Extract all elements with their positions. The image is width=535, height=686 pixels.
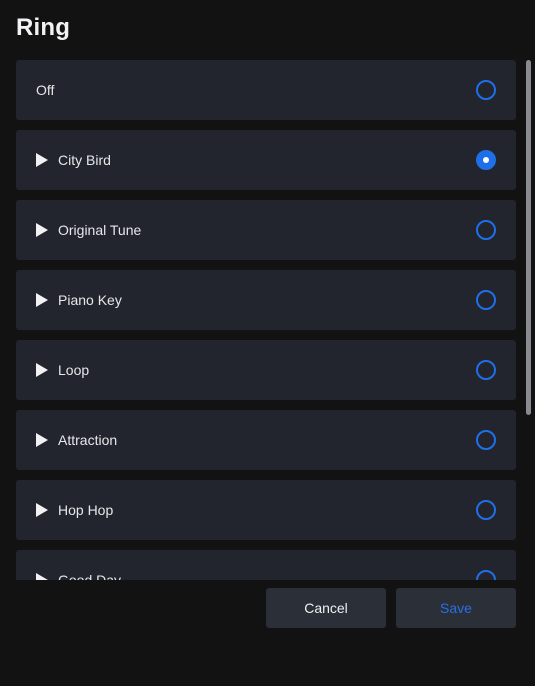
ringtone-option-label: Original Tune [58, 222, 142, 238]
scrollbar[interactable] [526, 60, 531, 580]
play-icon[interactable] [36, 153, 48, 167]
ringtone-option-label: Good Day [58, 572, 122, 580]
ringtone-option[interactable]: Good Day [16, 550, 516, 580]
dialog-title: Ring [16, 14, 71, 41]
ringtone-list[interactable]: Off City Bird Original Tune Piano Key Loop At… [16, 60, 516, 580]
radio-button[interactable] [476, 220, 496, 240]
ringtone-list-content: Off City Bird Original Tune Piano Key Loop At… [16, 60, 516, 580]
cancel-button[interactable]: Cancel [266, 588, 386, 628]
radio-button[interactable] [476, 290, 496, 310]
radio-button[interactable] [476, 80, 496, 100]
save-button[interactable]: Save [396, 588, 516, 628]
play-icon[interactable] [36, 363, 48, 377]
ringtone-option[interactable]: City Bird [16, 130, 516, 190]
ringtone-option-label: Loop [58, 362, 90, 378]
play-icon[interactable] [36, 293, 48, 307]
ringtone-option-label: Hop Hop [58, 502, 114, 518]
radio-button[interactable] [476, 430, 496, 450]
ringtone-option[interactable]: Off [16, 60, 516, 120]
ring-dialog: Ring Off City Bird Original Tune Piano Key L… [0, 0, 535, 686]
ringtone-option[interactable]: Piano Key [16, 270, 516, 330]
radio-button[interactable] [476, 570, 496, 580]
radio-button[interactable] [476, 360, 496, 380]
ringtone-option[interactable]: Attraction [16, 410, 516, 470]
ringtone-option-label: City Bird [58, 152, 111, 168]
play-icon[interactable] [36, 503, 48, 517]
ringtone-option[interactable]: Loop [16, 340, 516, 400]
ringtone-option-label: Piano Key [58, 292, 122, 308]
scrollbar-thumb[interactable] [526, 60, 531, 415]
radio-button[interactable] [476, 500, 496, 520]
ringtone-option-label: Attraction [58, 432, 118, 448]
play-icon[interactable] [36, 223, 48, 237]
play-icon[interactable] [36, 433, 48, 447]
ringtone-option[interactable]: Original Tune [16, 200, 516, 260]
ringtone-option-label: Off [36, 82, 55, 98]
ringtone-option[interactable]: Hop Hop [16, 480, 516, 540]
radio-button-selected[interactable] [476, 150, 496, 170]
play-icon[interactable] [36, 573, 48, 580]
